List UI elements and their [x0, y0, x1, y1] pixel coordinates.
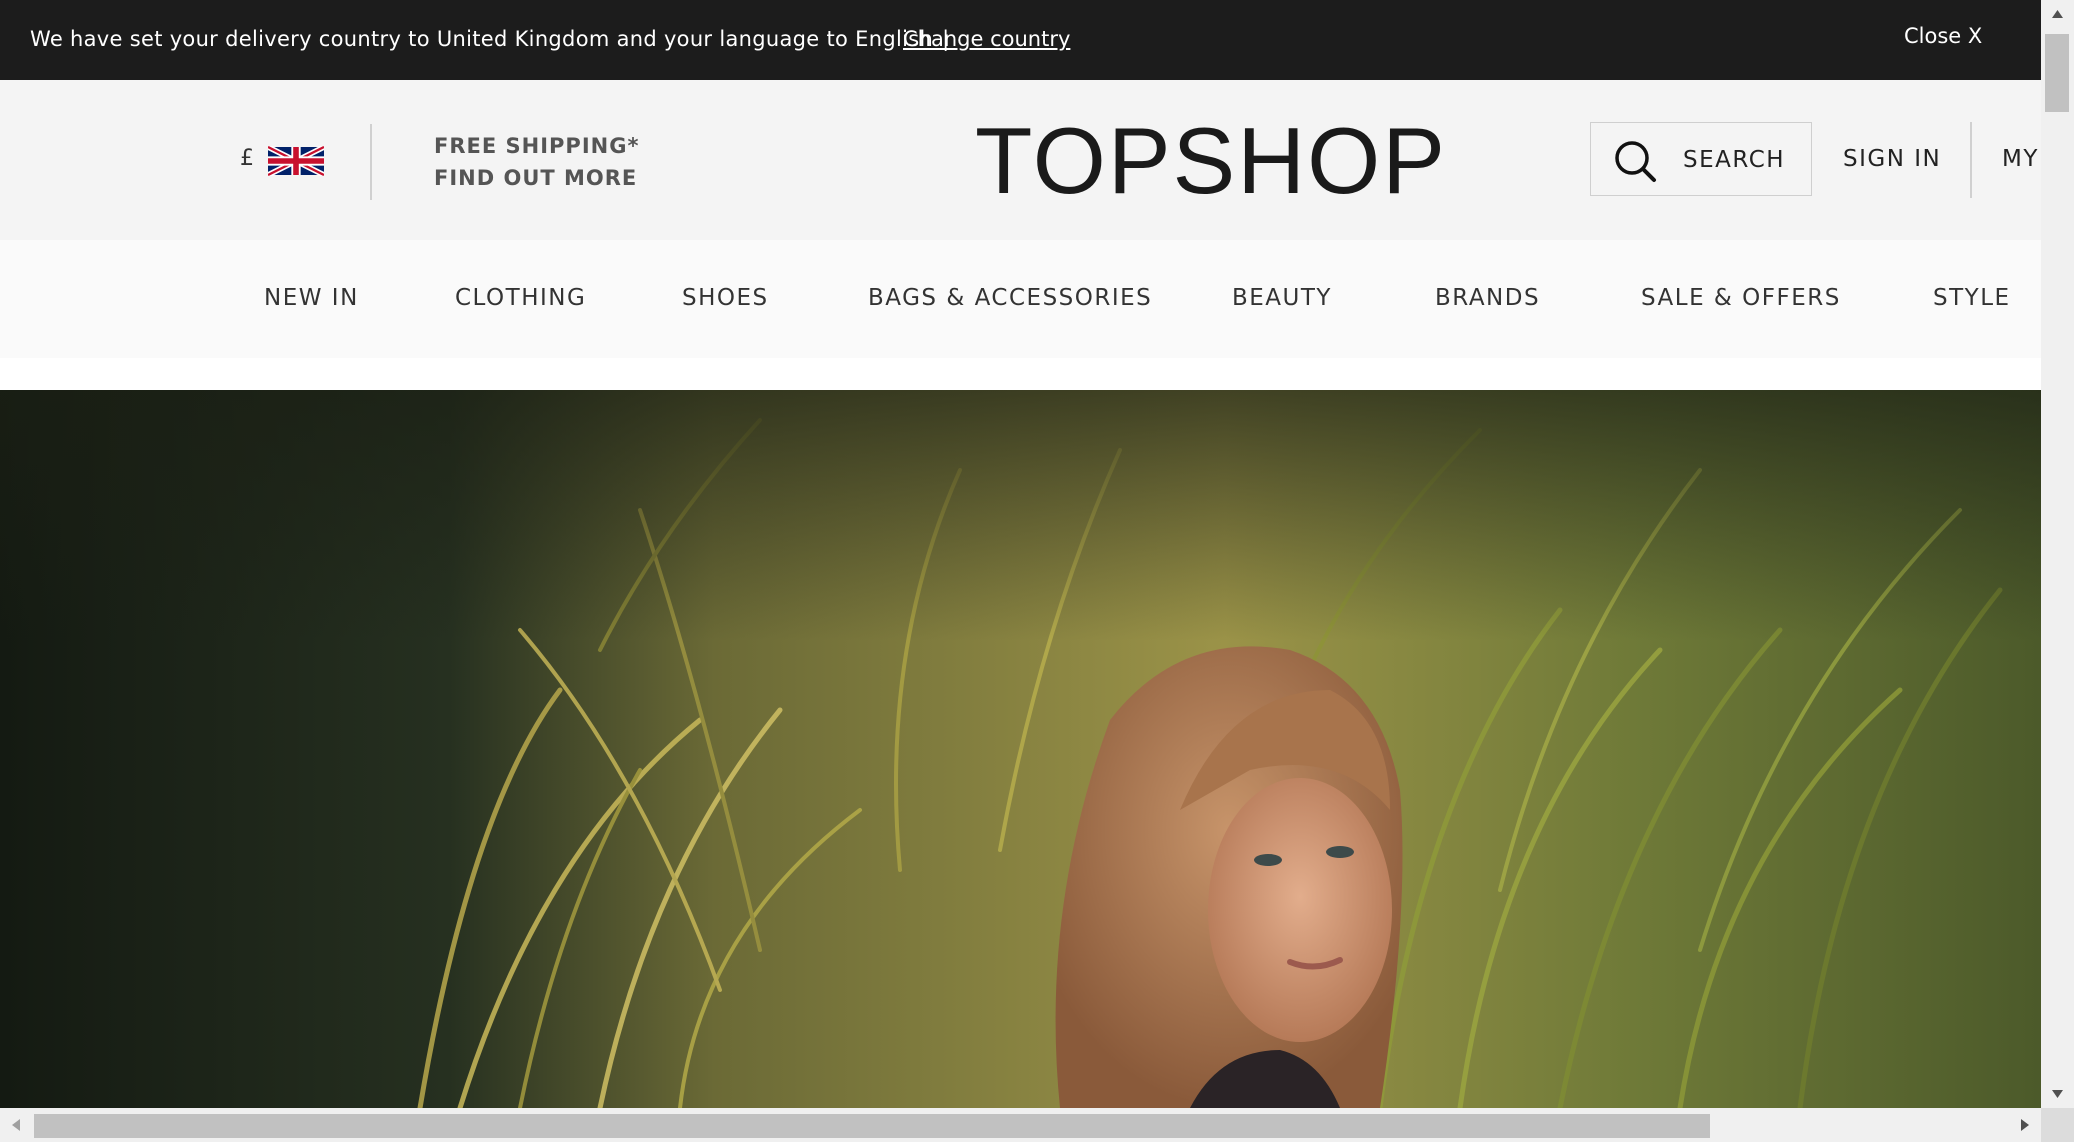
search-button[interactable]: SEARCH: [1590, 122, 1812, 196]
vertical-scrollbar[interactable]: [2041, 0, 2074, 1108]
close-banner-button[interactable]: Close X: [1904, 24, 1982, 48]
currency-symbol[interactable]: £: [240, 146, 254, 171]
horizontal-scroll-thumb[interactable]: [34, 1114, 1710, 1138]
nav-item-bags-accessories[interactable]: BAGS & ACCESSORIES: [868, 285, 1152, 311]
scroll-down-arrow-icon[interactable]: [2041, 1078, 2074, 1108]
scroll-up-arrow-icon[interactable]: [2041, 0, 2074, 30]
nav-item-new-in[interactable]: NEW IN: [264, 285, 359, 311]
horizontal-scrollbar[interactable]: [0, 1108, 2041, 1142]
shipping-promo[interactable]: FREE SHIPPING* FIND OUT MORE: [434, 130, 639, 194]
hero-banner-image[interactable]: [0, 390, 2041, 1108]
header-divider-right: [1970, 122, 1972, 198]
search-label: SEARCH: [1683, 147, 1786, 173]
promo-line-1: FREE SHIPPING*: [434, 134, 640, 158]
topshop-logo[interactable]: TOPSHOP: [975, 114, 1447, 208]
nav-item-style[interactable]: STYLE: [1933, 285, 2011, 311]
uk-flag-icon[interactable]: [268, 146, 324, 176]
banner-message-text: We have set your delivery country to Uni…: [30, 27, 934, 51]
header-divider: [370, 124, 372, 200]
nav-item-beauty[interactable]: BEAUTY: [1232, 285, 1332, 311]
scrollbar-corner: [2041, 1108, 2074, 1142]
site-header: £ FREE SHIPPING* FIND OUT MORE TOPSHOP S…: [0, 80, 2041, 240]
scroll-left-arrow-icon[interactable]: [0, 1108, 33, 1142]
country-notice-banner: We have set your delivery country to Uni…: [0, 0, 2041, 80]
nav-item-sale-offers[interactable]: SALE & OFFERS: [1641, 285, 1841, 311]
nav-item-clothing[interactable]: CLOTHING: [455, 285, 586, 311]
scroll-right-arrow-icon[interactable]: [2008, 1108, 2041, 1142]
change-country-link[interactable]: Change country: [903, 27, 1070, 51]
vertical-scroll-thumb[interactable]: [2045, 34, 2069, 112]
nav-item-shoes[interactable]: SHOES: [682, 285, 769, 311]
banner-message: We have set your delivery country to Uni…: [30, 27, 955, 51]
sign-in-link[interactable]: SIGN IN: [1843, 146, 1941, 172]
search-icon: [1615, 141, 1656, 182]
my-account-link[interactable]: MY: [2002, 146, 2039, 172]
promo-line-2: FIND OUT MORE: [434, 166, 638, 190]
main-navigation: NEW IN CLOTHING SHOES BAGS & ACCESSORIES…: [0, 240, 2041, 358]
hero-photo: [0, 390, 2041, 1108]
nav-item-brands[interactable]: BRANDS: [1435, 285, 1540, 311]
